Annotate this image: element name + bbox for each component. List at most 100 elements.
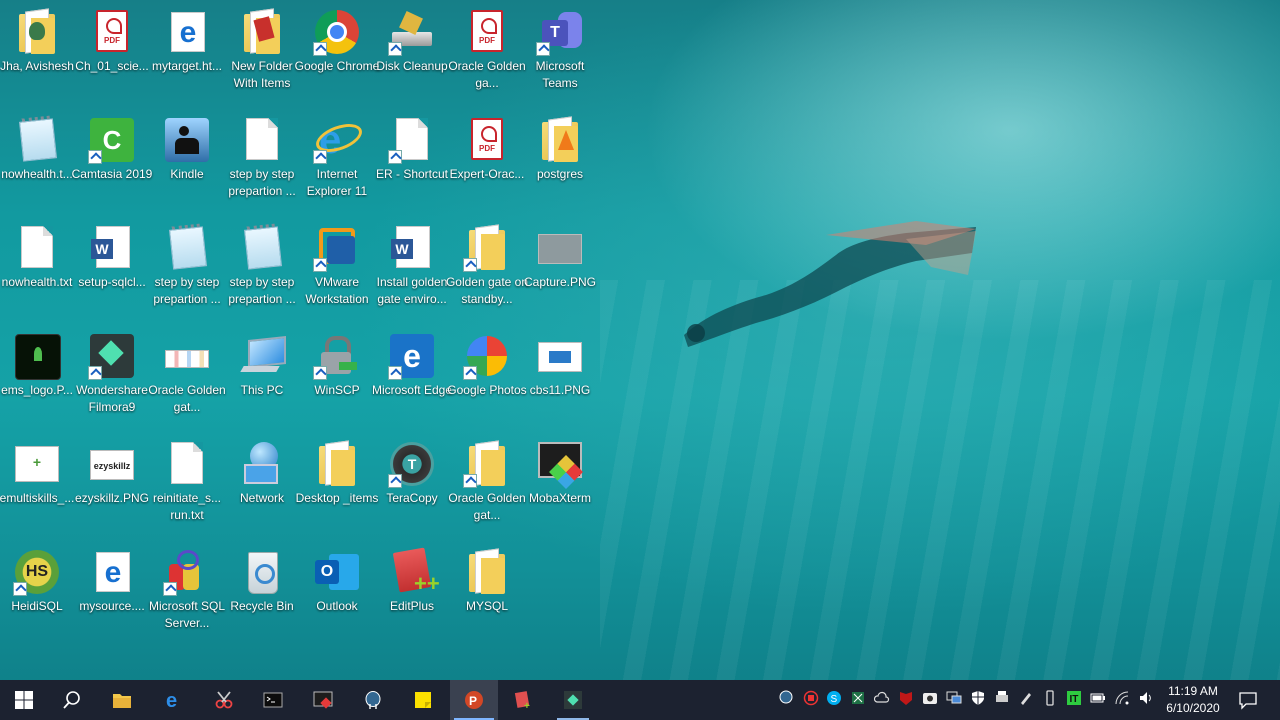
camera-icon[interactable]: [922, 690, 938, 706]
text-file-icon: [238, 116, 286, 164]
svg-text:IT: IT: [1070, 694, 1079, 705]
word-icon: W: [388, 224, 436, 272]
mobaxterm-icon: [313, 691, 333, 709]
desktop-icon-chrome[interactable]: Google Chrome: [295, 4, 379, 106]
edge-html-icon: e: [88, 548, 136, 596]
taskbar-command-prompt[interactable]: [249, 680, 297, 720]
desktop-icon-mobaxterm[interactable]: MobaXterm: [523, 436, 597, 538]
desktop-icon-oracle-golden-gat-image[interactable]: Oracle Golden gat...: [148, 328, 226, 430]
green-app-icon[interactable]: IT: [1066, 690, 1082, 706]
editplus-icon: +: [514, 691, 530, 710]
desktop-icon-reinitiate[interactable]: reinitiate_s... run.txt: [150, 436, 224, 538]
edge-icon: e: [166, 690, 177, 710]
desktop-icon-outlook[interactable]: O Outlook: [300, 544, 374, 646]
desktop-icon-nowhealth-txt[interactable]: nowhealth.txt: [0, 220, 74, 322]
winscp-icon: [313, 332, 361, 380]
heidisql-icon: HS: [13, 548, 61, 596]
notification-center-icon[interactable]: [1238, 690, 1258, 710]
taskbar-editplus[interactable]: +: [499, 680, 547, 720]
desktop-icon-cbs11[interactable]: cbs11.PNG: [523, 328, 597, 430]
desktop-icon-heidisql[interactable]: HS HeidiSQL: [0, 544, 74, 646]
word-icon: W: [88, 224, 136, 272]
desktop-icon-editplus[interactable]: ++ EditPlus: [375, 544, 449, 646]
taskbar-search-button[interactable]: [48, 680, 96, 720]
pen-icon[interactable]: [1018, 690, 1034, 706]
notepad-icon: [163, 224, 211, 272]
desktop-icon-step-by-step-2[interactable]: step by step prepartion ...: [150, 220, 224, 322]
taskbar-powerpoint[interactable]: P: [450, 680, 498, 720]
desktop-icon-ezyskillz[interactable]: ezyskillz ezyskillz.PNG: [75, 436, 149, 538]
desktop-icon-kindle[interactable]: Kindle: [150, 112, 224, 214]
desktop-icon-network[interactable]: Network: [225, 436, 299, 538]
taskbar-edge[interactable]: e: [150, 680, 198, 720]
desktop-icon-install-golden-gate[interactable]: W Install golden gate enviro...: [375, 220, 449, 322]
start-button[interactable]: [0, 680, 48, 720]
record-icon[interactable]: [803, 690, 819, 706]
desktop-icon-teracopy[interactable]: T TeraCopy: [375, 436, 449, 538]
user-folder-icon: [13, 8, 61, 56]
desktop-icon-oracle-golden-gat-folder[interactable]: Oracle Golden gat...: [448, 436, 526, 538]
desktop-icon-desktop-items[interactable]: Desktop _items: [296, 436, 378, 538]
desktop-icon-emultiskills[interactable]: + emultiskills_...: [0, 436, 74, 538]
desktop-icon-camtasia[interactable]: C Camtasia 2019: [72, 112, 152, 214]
taskbar-mobaxterm[interactable]: [299, 680, 347, 720]
desktop-icon-disk-cleanup[interactable]: Disk Cleanup: [375, 4, 449, 106]
recycle-bin-icon: [238, 548, 286, 596]
windows-start-icon: [15, 691, 33, 709]
disk-cleanup-icon: [388, 8, 436, 56]
desktop-icon-nowhealth-t[interactable]: nowhealth.t...: [0, 112, 74, 214]
filmora-icon: [88, 332, 136, 380]
usb-icon[interactable]: [1042, 690, 1058, 706]
excel-tray-icon[interactable]: [850, 690, 866, 706]
desktop-icon-mssql[interactable]: Microsoft SQL Server...: [149, 544, 225, 646]
desktop-icon-microsoft-edge[interactable]: e Microsoft Edge: [372, 328, 452, 430]
desktop-icon-postgres[interactable]: postgres: [523, 112, 597, 214]
desktop-icon-internet-explorer[interactable]: e Internet Explorer 11: [300, 112, 374, 214]
search-icon: [63, 691, 80, 709]
display-icon[interactable]: [946, 690, 962, 706]
pdf-icon: PDF: [88, 8, 136, 56]
desktop-icon-ch01[interactable]: PDF Ch_01_scie...: [75, 4, 149, 106]
outlook-icon: O: [313, 548, 361, 596]
desktop-icon-ems-logo[interactable]: ems_logo.P...: [0, 328, 74, 430]
taskbar-pgadmin[interactable]: [349, 680, 397, 720]
taskbar-snipping-tool[interactable]: [200, 680, 248, 720]
skype-icon[interactable]: S: [826, 690, 842, 706]
desktop-icon-teams[interactable]: T Microsoft Teams: [523, 4, 597, 106]
volume-icon[interactable]: [1138, 690, 1154, 706]
desktop-icon-this-pc[interactable]: This PC: [225, 328, 299, 430]
taskbar-filmora[interactable]: [549, 680, 597, 720]
desktop-icon-new-folder[interactable]: New Folder With Items: [225, 4, 299, 106]
teams-icon: T: [536, 8, 584, 56]
desktop-icon-capture-png[interactable]: Capture.PNG: [523, 220, 597, 322]
desktop-icon-jha[interactable]: Jha, Avishesh: [0, 4, 74, 106]
text-file-icon: [13, 224, 61, 272]
printer-icon[interactable]: [994, 690, 1010, 706]
wifi-icon[interactable]: [1114, 690, 1130, 706]
sql-server-icon: [163, 548, 211, 596]
desktop-icon-oracle-golden-ga-pdf[interactable]: PDF Oracle Golden ga...: [448, 4, 526, 106]
desktop-icon-golden-gate-standby[interactable]: Golden gate on standby...: [446, 220, 528, 322]
shield-icon[interactable]: [970, 690, 986, 706]
desktop-icon-recycle-bin[interactable]: Recycle Bin: [225, 544, 299, 646]
battery-icon[interactable]: [1090, 690, 1106, 706]
desktop-icon-filmora[interactable]: Wondershare Filmora9: [75, 328, 149, 430]
cloud-icon[interactable]: [874, 690, 890, 706]
desktop[interactable]: Jha, Avishesh nowhealth.t... nowhealth.t…: [0, 0, 1280, 680]
desktop-icon-winscp[interactable]: WinSCP: [300, 328, 374, 430]
taskbar-sticky-notes[interactable]: [399, 680, 447, 720]
desktop-icon-mysql[interactable]: MYSQL: [450, 544, 524, 646]
desktop-icon-step-by-step-1[interactable]: step by step prepartion ...: [225, 112, 299, 214]
desktop-icon-mysource[interactable]: e mysource....: [75, 544, 149, 646]
desktop-icon-google-photos[interactable]: Google Photos: [447, 328, 527, 430]
desktop-icon-setup-sqlcl[interactable]: W setup-sqlcl...: [75, 220, 149, 322]
taskbar-file-explorer[interactable]: [98, 680, 146, 720]
mcafee-icon[interactable]: [898, 690, 914, 706]
taskbar-clock[interactable]: 11:19 AM 6/10/2020: [1156, 683, 1230, 717]
desktop-icon-er-shortcut[interactable]: ER - Shortcut: [375, 112, 449, 214]
desktop-icon-step-by-step-3[interactable]: step by step prepartion ...: [225, 220, 299, 322]
desktop-icon-vmware[interactable]: VMware Workstation: [300, 220, 374, 322]
postgres-tray-icon[interactable]: [778, 690, 794, 706]
desktop-icon-expert-oracle[interactable]: PDF Expert-Orac...: [450, 112, 524, 214]
desktop-icon-mytarget[interactable]: e mytarget.ht...: [150, 4, 224, 106]
